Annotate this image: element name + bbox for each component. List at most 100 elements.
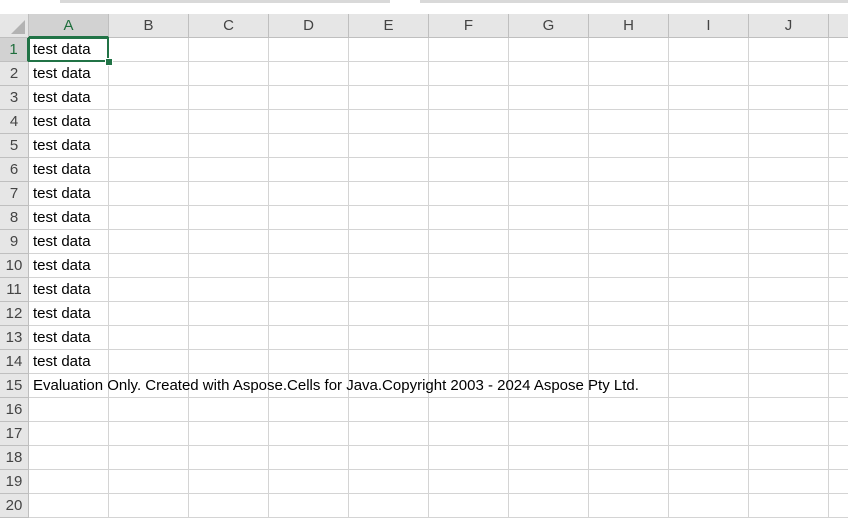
cell-k20[interactable] bbox=[829, 494, 848, 518]
cell-d20[interactable] bbox=[269, 494, 349, 518]
cell-e16[interactable] bbox=[349, 398, 429, 422]
cell-e11[interactable] bbox=[349, 278, 429, 302]
cell-e6[interactable] bbox=[349, 158, 429, 182]
row-header-5[interactable]: 5 bbox=[0, 134, 29, 158]
cell-g8[interactable] bbox=[509, 206, 589, 230]
cell-b13[interactable] bbox=[109, 326, 189, 350]
cell-g9[interactable] bbox=[509, 230, 589, 254]
cell-e4[interactable] bbox=[349, 110, 429, 134]
cell-g4[interactable] bbox=[509, 110, 589, 134]
cell-j19[interactable] bbox=[749, 470, 829, 494]
cell-i8[interactable] bbox=[669, 206, 749, 230]
cell-e18[interactable] bbox=[349, 446, 429, 470]
cell-e3[interactable] bbox=[349, 86, 429, 110]
cell-c6[interactable] bbox=[189, 158, 269, 182]
cell-b20[interactable] bbox=[109, 494, 189, 518]
cell-d1[interactable] bbox=[269, 38, 349, 62]
cell-c17[interactable] bbox=[189, 422, 269, 446]
cell-d3[interactable] bbox=[269, 86, 349, 110]
cell-g13[interactable] bbox=[509, 326, 589, 350]
cell-i10[interactable] bbox=[669, 254, 749, 278]
cell-j15[interactable] bbox=[749, 374, 829, 398]
cell-b14[interactable] bbox=[109, 350, 189, 374]
cell-j6[interactable] bbox=[749, 158, 829, 182]
cell-a19[interactable] bbox=[29, 470, 109, 494]
cell-k15[interactable] bbox=[829, 374, 848, 398]
cell-h1[interactable] bbox=[589, 38, 669, 62]
cell-f4[interactable] bbox=[429, 110, 509, 134]
cell-k5[interactable] bbox=[829, 134, 848, 158]
cell-h5[interactable] bbox=[589, 134, 669, 158]
cell-i16[interactable] bbox=[669, 398, 749, 422]
cell-g12[interactable] bbox=[509, 302, 589, 326]
cell-d7[interactable] bbox=[269, 182, 349, 206]
cell-k18[interactable] bbox=[829, 446, 848, 470]
row-header-17[interactable]: 17 bbox=[0, 422, 29, 446]
cell-c12[interactable] bbox=[189, 302, 269, 326]
cell-d9[interactable] bbox=[269, 230, 349, 254]
cell-d6[interactable] bbox=[269, 158, 349, 182]
cell-g1[interactable] bbox=[509, 38, 589, 62]
cell-c10[interactable] bbox=[189, 254, 269, 278]
cell-c7[interactable] bbox=[189, 182, 269, 206]
row-header-2[interactable]: 2 bbox=[0, 62, 29, 86]
cell-b12[interactable] bbox=[109, 302, 189, 326]
cell-h6[interactable] bbox=[589, 158, 669, 182]
cell-d16[interactable] bbox=[269, 398, 349, 422]
cell-b2[interactable] bbox=[109, 62, 189, 86]
cell-k16[interactable] bbox=[829, 398, 848, 422]
cell-f20[interactable] bbox=[429, 494, 509, 518]
cell-h8[interactable] bbox=[589, 206, 669, 230]
cell-g10[interactable] bbox=[509, 254, 589, 278]
column-header-g[interactable]: G bbox=[509, 14, 589, 38]
cell-e19[interactable] bbox=[349, 470, 429, 494]
cell-h3[interactable] bbox=[589, 86, 669, 110]
row-header-7[interactable]: 7 bbox=[0, 182, 29, 206]
cell-c20[interactable] bbox=[189, 494, 269, 518]
cell-b10[interactable] bbox=[109, 254, 189, 278]
column-header-partial[interactable] bbox=[829, 14, 848, 38]
cell-b8[interactable] bbox=[109, 206, 189, 230]
row-header-4[interactable]: 4 bbox=[0, 110, 29, 134]
cell-b1[interactable] bbox=[109, 38, 189, 62]
cell-d13[interactable] bbox=[269, 326, 349, 350]
cell-h19[interactable] bbox=[589, 470, 669, 494]
cell-i11[interactable] bbox=[669, 278, 749, 302]
cell-k8[interactable] bbox=[829, 206, 848, 230]
cell-j9[interactable] bbox=[749, 230, 829, 254]
cell-f8[interactable] bbox=[429, 206, 509, 230]
cell-a18[interactable] bbox=[29, 446, 109, 470]
cell-k11[interactable] bbox=[829, 278, 848, 302]
cell-e10[interactable] bbox=[349, 254, 429, 278]
cell-h16[interactable] bbox=[589, 398, 669, 422]
cell-d10[interactable] bbox=[269, 254, 349, 278]
cell-b6[interactable] bbox=[109, 158, 189, 182]
cell-j14[interactable] bbox=[749, 350, 829, 374]
cell-g19[interactable] bbox=[509, 470, 589, 494]
row-header-10[interactable]: 10 bbox=[0, 254, 29, 278]
cell-b4[interactable] bbox=[109, 110, 189, 134]
cell-h18[interactable] bbox=[589, 446, 669, 470]
cell-j12[interactable] bbox=[749, 302, 829, 326]
row-header-16[interactable]: 16 bbox=[0, 398, 29, 422]
row-header-15[interactable]: 15 bbox=[0, 374, 29, 398]
column-header-j[interactable]: J bbox=[749, 14, 829, 38]
cell-i14[interactable] bbox=[669, 350, 749, 374]
cell-a17[interactable] bbox=[29, 422, 109, 446]
cell-b7[interactable] bbox=[109, 182, 189, 206]
column-header-f[interactable]: F bbox=[429, 14, 509, 38]
cell-d8[interactable] bbox=[269, 206, 349, 230]
cell-g3[interactable] bbox=[509, 86, 589, 110]
cell-g5[interactable] bbox=[509, 134, 589, 158]
cell-c5[interactable] bbox=[189, 134, 269, 158]
cell-k3[interactable] bbox=[829, 86, 848, 110]
cell-j2[interactable] bbox=[749, 62, 829, 86]
select-all-corner[interactable] bbox=[0, 14, 29, 38]
cell-g7[interactable] bbox=[509, 182, 589, 206]
cell-c8[interactable] bbox=[189, 206, 269, 230]
cell-j16[interactable] bbox=[749, 398, 829, 422]
row-header-1[interactable]: 1 bbox=[0, 38, 29, 62]
cell-f1[interactable] bbox=[429, 38, 509, 62]
cell-e2[interactable] bbox=[349, 62, 429, 86]
cell-i2[interactable] bbox=[669, 62, 749, 86]
